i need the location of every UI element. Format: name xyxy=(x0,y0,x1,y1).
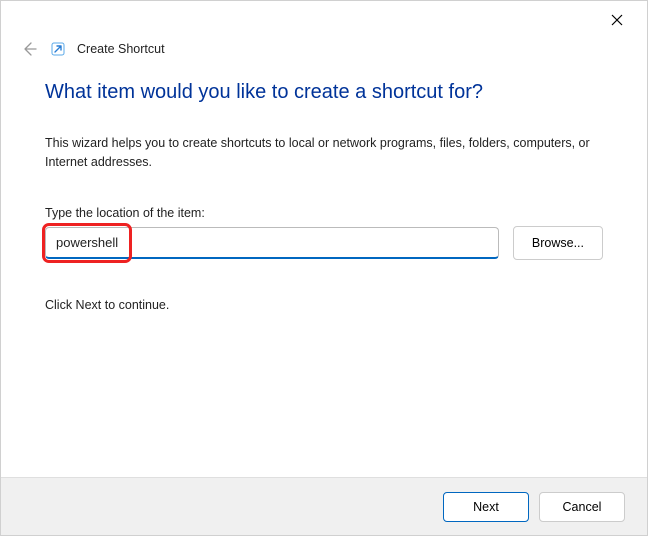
input-row: Browse... xyxy=(45,226,603,260)
header-title: Create Shortcut xyxy=(77,42,165,56)
location-input[interactable] xyxy=(45,227,499,259)
browse-button[interactable]: Browse... xyxy=(513,226,603,260)
header-row: Create Shortcut xyxy=(1,39,647,65)
next-button[interactable]: Next xyxy=(443,492,529,522)
location-input-wrapper xyxy=(45,227,499,259)
back-button[interactable] xyxy=(19,39,39,59)
close-button[interactable] xyxy=(601,4,633,36)
cancel-button[interactable]: Cancel xyxy=(539,492,625,522)
continue-instruction: Click Next to continue. xyxy=(45,298,603,312)
shortcut-icon xyxy=(49,40,67,58)
location-input-label: Type the location of the item: xyxy=(45,206,603,220)
wizard-description: This wizard helps you to create shortcut… xyxy=(45,134,603,172)
back-arrow-icon xyxy=(21,41,37,57)
footer: Next Cancel xyxy=(1,477,647,535)
close-icon xyxy=(611,14,623,26)
content-area: What item would you like to create a sho… xyxy=(1,65,647,312)
titlebar xyxy=(1,1,647,39)
main-heading: What item would you like to create a sho… xyxy=(45,81,603,104)
